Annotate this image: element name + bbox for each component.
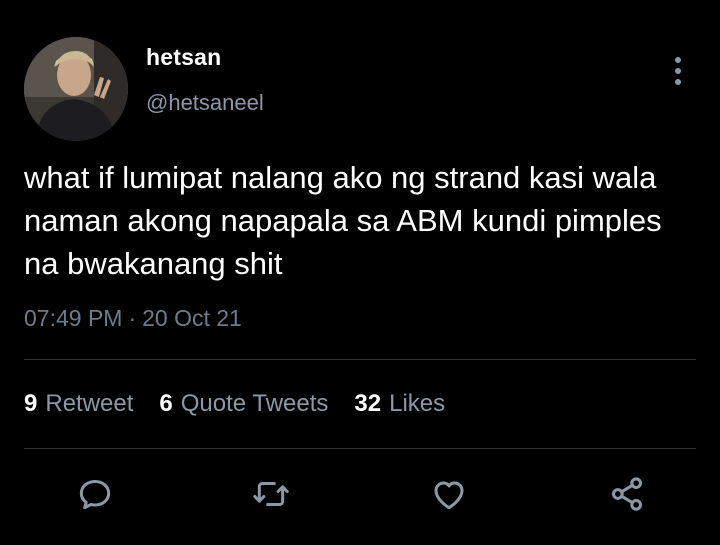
avatar[interactable] bbox=[24, 37, 128, 141]
timestamp-separator: · bbox=[128, 305, 137, 331]
share-icon bbox=[612, 477, 642, 511]
tweet-time: 07:49 PM bbox=[24, 305, 123, 331]
retweet-icon bbox=[253, 482, 289, 506]
divider bbox=[24, 359, 696, 360]
engagement-stats: 9 Retweet 6 Quote Tweets 32 Likes bbox=[24, 390, 445, 418]
more-vertical-icon bbox=[675, 68, 681, 74]
more-vertical-icon bbox=[675, 57, 681, 63]
author-handle[interactable]: @hetsaneel bbox=[146, 90, 264, 116]
retweet-button[interactable] bbox=[247, 470, 295, 518]
tweet-action-bar bbox=[0, 470, 720, 522]
likes-label: Likes bbox=[389, 390, 446, 417]
tweet-text: what if lumipat nalang ako ng strand kas… bbox=[24, 160, 662, 281]
avatar-photo bbox=[24, 37, 128, 141]
share-button[interactable] bbox=[603, 470, 651, 518]
divider bbox=[24, 448, 696, 449]
like-button[interactable] bbox=[425, 470, 473, 518]
tweet-date: 20 Oct 21 bbox=[142, 305, 242, 331]
reply-icon bbox=[79, 480, 111, 510]
more-options-button[interactable] bbox=[664, 52, 692, 90]
quote-tweets-label: Quote Tweets bbox=[180, 390, 329, 417]
tweet-timestamp[interactable]: 07:49 PM · 20 Oct 21 bbox=[24, 305, 242, 332]
reply-button[interactable] bbox=[71, 470, 119, 518]
retweets-stat[interactable]: 9 Retweet bbox=[24, 390, 133, 418]
heart-icon bbox=[434, 481, 464, 510]
likes-count: 32 bbox=[354, 390, 382, 417]
retweets-label: Retweet bbox=[45, 390, 134, 417]
quote-tweets-stat[interactable]: 6 Quote Tweets bbox=[159, 390, 328, 418]
quote-tweets-count: 6 bbox=[159, 390, 173, 417]
retweets-count: 9 bbox=[24, 390, 38, 417]
likes-stat[interactable]: 32 Likes bbox=[354, 390, 445, 418]
more-vertical-icon bbox=[675, 79, 681, 85]
author-display-name[interactable]: hetsan bbox=[146, 44, 221, 71]
